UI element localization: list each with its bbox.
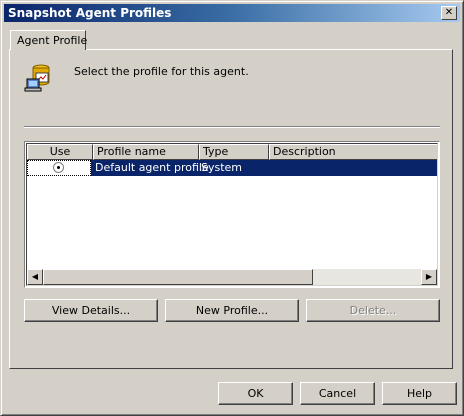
separator: [24, 126, 440, 128]
table-row[interactable]: Default agent profile System: [27, 160, 437, 176]
type-cell: System: [201, 161, 243, 174]
ok-button[interactable]: OK: [218, 382, 293, 405]
window-title: Snapshot Agent Profiles: [8, 6, 172, 20]
scroll-left-button[interactable]: ◀: [27, 269, 43, 285]
column-header-use[interactable]: Use: [27, 144, 93, 160]
column-header-type[interactable]: Type: [199, 144, 269, 160]
view-details-button[interactable]: View Details...: [24, 299, 158, 322]
title-bar[interactable]: Snapshot Agent Profiles ✕: [4, 4, 460, 22]
use-radio-button[interactable]: [53, 162, 64, 173]
arrow-left-icon: ◀: [31, 272, 39, 281]
new-profile-button[interactable]: New Profile...: [165, 299, 299, 322]
use-cell[interactable]: [27, 160, 91, 176]
close-button[interactable]: ✕: [441, 6, 457, 20]
profile-list[interactable]: Use Profile name Type Description Defaul…: [24, 141, 440, 288]
delete-button[interactable]: Delete...: [306, 299, 440, 322]
close-icon: ✕: [444, 7, 454, 18]
scroll-thumb[interactable]: [43, 269, 313, 285]
help-button[interactable]: Help: [382, 382, 457, 405]
instruction-text: Select the profile for this agent.: [74, 65, 249, 78]
horizontal-scrollbar[interactable]: ◀ ▶: [27, 269, 437, 285]
column-header-description[interactable]: Description: [269, 144, 437, 160]
column-header-profile-name[interactable]: Profile name: [93, 144, 199, 160]
scroll-right-button[interactable]: ▶: [421, 269, 437, 285]
tab-agent-profile-label: Agent Profile: [17, 34, 88, 47]
arrow-right-icon: ▶: [425, 272, 433, 281]
tab-agent-profile[interactable]: Agent Profile: [10, 30, 88, 50]
cancel-button[interactable]: Cancel: [300, 382, 375, 405]
profile-name-cell: Default agent profile: [95, 161, 209, 174]
agent-profile-icon: [24, 64, 50, 92]
